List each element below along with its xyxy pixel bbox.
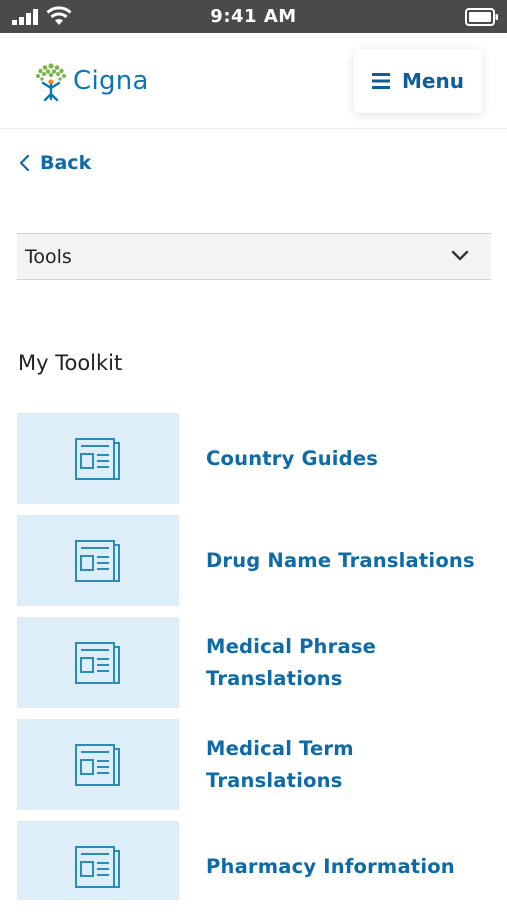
toolkit-item-drug-name-translations[interactable]: Drug Name Translations: [17, 515, 491, 606]
tools-dropdown[interactable]: Tools: [17, 233, 491, 280]
document-icon: [75, 744, 120, 786]
toolkit-item-tile: [17, 719, 179, 810]
document-icon: [75, 846, 120, 888]
toolkit-item-tile: [17, 617, 179, 708]
toolkit-item-label: Medical Phrase Translations: [206, 634, 377, 690]
document-icon: [75, 540, 120, 582]
logo-wordmark: Cigna: [73, 66, 149, 96]
hamburger-menu-icon: [372, 73, 391, 89]
toolkit-item-pharmacy-information[interactable]: Pharmacy Information: [17, 821, 491, 912]
cigna-logo[interactable]: Cigna: [31, 58, 149, 104]
toolkit-item-label: Country Guides: [206, 446, 379, 470]
toolkit-item-tile: [17, 515, 179, 606]
chevron-down-icon: [451, 250, 469, 261]
document-icon: [75, 438, 120, 480]
tree-of-life-icon: [36, 63, 66, 102]
toolkit-item-country-guides[interactable]: Country Guides: [17, 413, 491, 504]
toolkit-item-label: Drug Name Translations: [206, 548, 475, 572]
back-link-label: Back: [40, 152, 92, 174]
status-bar: 9:41 AM: [0, 0, 507, 33]
back-link[interactable]: Back: [18, 152, 91, 174]
app-header: Cigna Menu: [0, 33, 507, 129]
document-icon: [75, 642, 120, 684]
menu-button[interactable]: Menu: [354, 49, 482, 113]
chevron-left-icon: [19, 154, 30, 172]
toolkit-item-tile: [17, 413, 179, 504]
toolkit-item-medical-term-translations[interactable]: Medical Term Translations: [17, 719, 491, 810]
my-toolkit-heading: My Toolkit: [18, 351, 123, 375]
menu-button-label: Menu: [402, 69, 464, 93]
toolkit-item-medical-phrase-translations[interactable]: Medical Phrase Translations: [17, 617, 491, 708]
toolkit-item-tile: [17, 821, 179, 900]
status-time: 9:41 AM: [210, 6, 297, 27]
battery-icon: [465, 8, 498, 26]
toolkit-item-label: Pharmacy Information: [206, 854, 455, 878]
toolkit-item-label: Medical Term Translations: [206, 736, 354, 792]
tools-dropdown-value: Tools: [25, 246, 72, 268]
